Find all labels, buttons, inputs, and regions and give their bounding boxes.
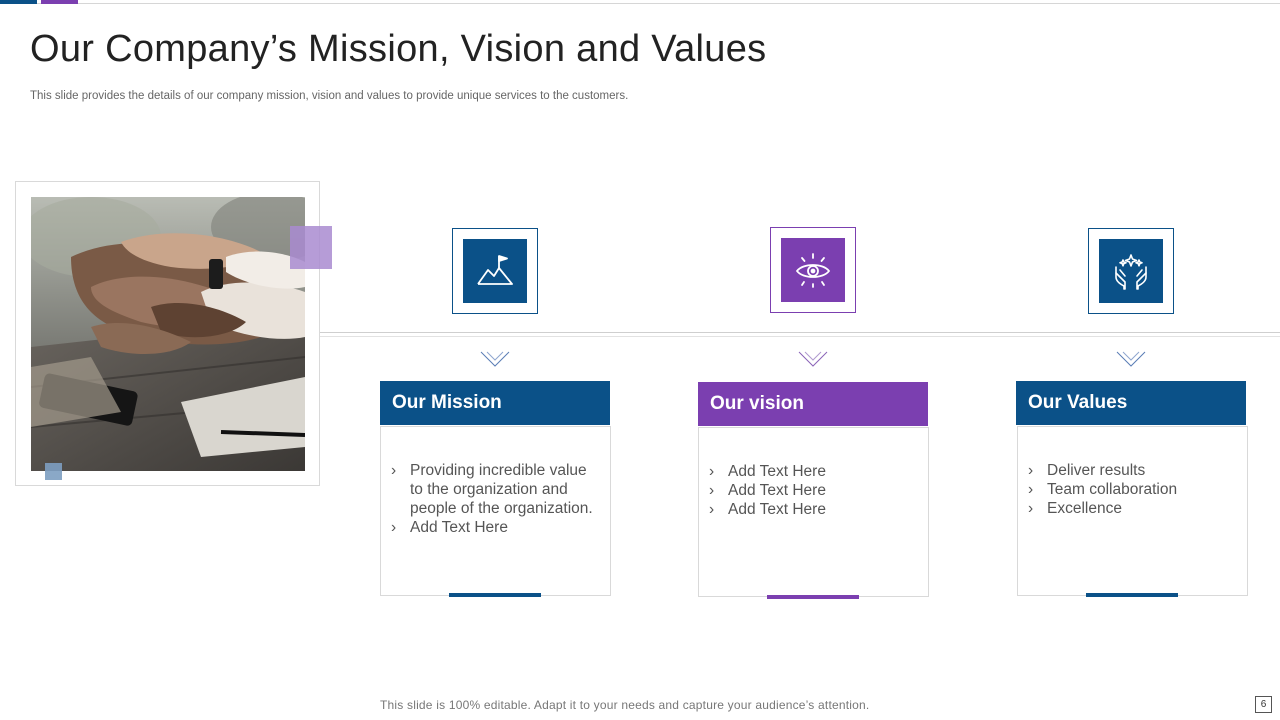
list-item: › Add Text Here [709, 482, 826, 499]
chevron-down-icon [480, 351, 510, 367]
bullet-chevron: › [709, 501, 715, 518]
values-card-heading: Our Values [1016, 381, 1246, 425]
values-card-accent [1086, 593, 1178, 597]
list-item: › Add Text Here [709, 463, 826, 480]
bullet-chevron: › [1028, 462, 1034, 479]
list-item: › Add Text Here [391, 519, 508, 536]
vision-card-accent [767, 595, 859, 599]
vision-card-body: › Add Text Here › Add Text Here › Add Text … [698, 427, 929, 597]
list-item: › Deliver results [1028, 462, 1146, 479]
team-hands-photo [31, 197, 305, 471]
hands-sparkle-icon [1115, 254, 1147, 290]
slide-footer-note: This slide is 100% editable. Adapt it to… [380, 698, 870, 712]
mission-icon-box [452, 228, 538, 314]
values-card-body: › Deliver results › Team collaboration › Ex… [1017, 426, 1248, 596]
top-accent-bar [0, 0, 1280, 4]
decorative-square-blue [45, 463, 62, 480]
decorative-square-purple [290, 226, 332, 269]
bullet-chevron: › [1028, 481, 1034, 498]
separator-line [320, 332, 1280, 337]
slide-subtitle: This slide provides the details of our c… [30, 90, 629, 102]
list-item: › Providing incredible value to the organ… [391, 462, 593, 517]
chevron-down-icon [1116, 351, 1146, 367]
top-accent-purple [41, 0, 78, 4]
list-item: › Add Text Here [709, 501, 826, 518]
bullet-chevron: › [1028, 500, 1034, 517]
top-accent-blue [0, 0, 37, 4]
chevron-down-icon [798, 351, 828, 367]
bullet-chevron: › [709, 463, 715, 480]
list-item: › Team collaboration [1028, 481, 1178, 498]
bullet-chevron: › [709, 482, 715, 499]
mission-card-accent [449, 593, 541, 597]
vision-icon-box [770, 227, 856, 313]
list-item: › Excellence [1028, 500, 1122, 517]
vision-card-heading: Our vision [698, 382, 928, 426]
mountain-flag-icon [477, 255, 513, 285]
bullet-chevron: › [391, 462, 397, 479]
eye-icon [795, 253, 831, 288]
values-icon-box [1088, 228, 1174, 314]
page-number: 6 [1255, 696, 1272, 713]
slide-title: Our Company’s Mission, Vision and Values [30, 28, 767, 70]
mission-card-heading: Our Mission [380, 381, 610, 425]
mission-card-body: › Providing incredible value to the organ… [380, 426, 611, 596]
bullet-chevron: › [391, 519, 397, 536]
